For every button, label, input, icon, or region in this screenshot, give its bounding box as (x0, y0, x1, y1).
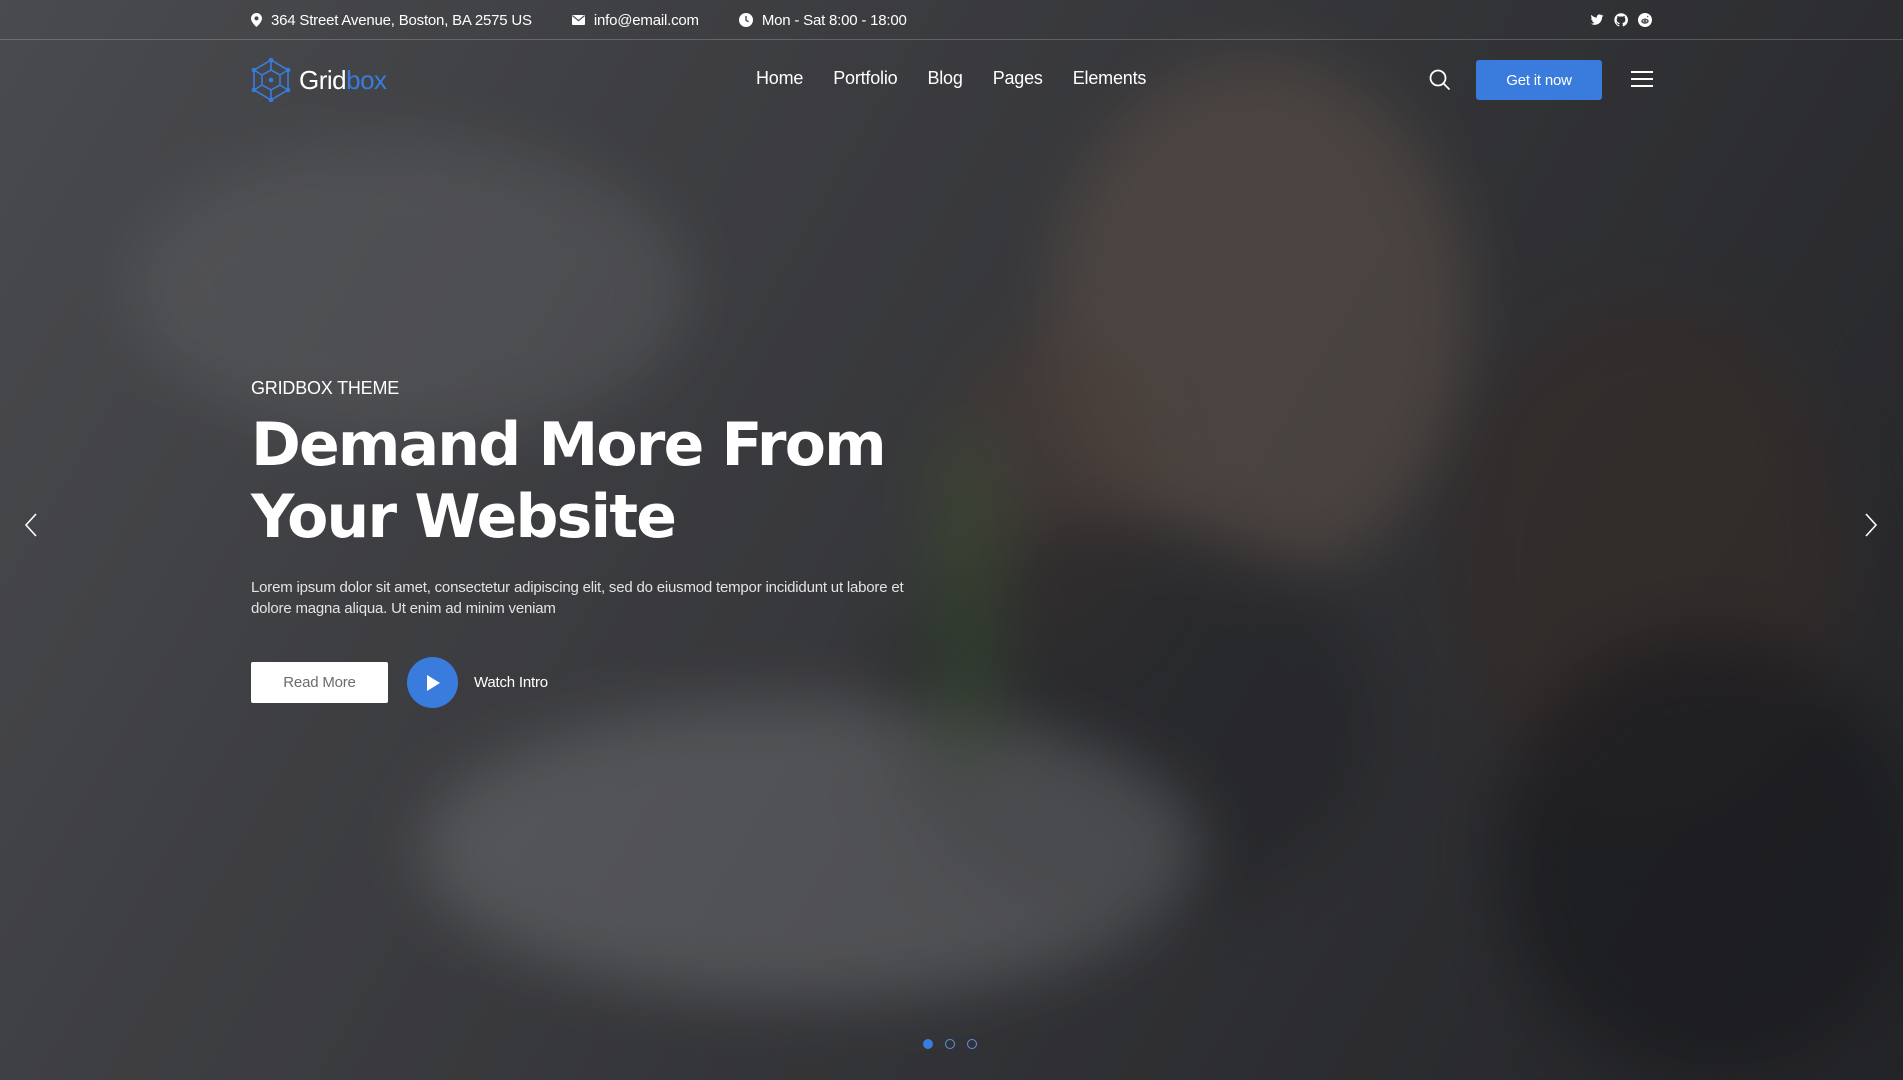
primary-nav: Home Portfolio Blog Pages Elements (756, 68, 1176, 89)
site-logo[interactable]: Gridbox (251, 58, 387, 102)
slider-pagination (923, 1039, 977, 1049)
get-it-now-button[interactable]: Get it now (1476, 60, 1602, 100)
logo-text: Gridbox (299, 64, 387, 95)
twitter-icon[interactable] (1590, 13, 1604, 27)
hours-text: Mon - Sat 8:00 - 18:00 (761, 11, 907, 29)
email-info[interactable]: info@email.com (571, 11, 699, 29)
slider-dot-2[interactable] (945, 1039, 955, 1049)
email-text: info@email.com (593, 11, 699, 29)
hamburger-menu-icon[interactable] (1631, 71, 1653, 89)
watch-intro-link[interactable]: Watch Intro (407, 657, 548, 708)
search-icon[interactable] (1429, 69, 1451, 91)
chevron-right-icon (1865, 513, 1878, 537)
github-icon[interactable] (1614, 13, 1628, 27)
hero-headline: Demand More From Your Website (251, 409, 951, 553)
hero-content: GRIDBOX THEME Demand More From Your Webs… (251, 378, 951, 708)
hero-lead-text: Lorem ipsum dolor sit amet, consectetur … (251, 579, 904, 617)
slider-dot-1[interactable] (923, 1039, 933, 1049)
social-links (1590, 0, 1652, 40)
hero-eyebrow: GRIDBOX THEME (251, 378, 400, 398)
hero-headline-line2: Your Website (251, 482, 677, 552)
watch-intro-label: Watch Intro (474, 674, 548, 691)
nav-item-portfolio[interactable]: Portfolio (833, 68, 897, 89)
read-more-button[interactable]: Read More (251, 662, 388, 703)
reddit-icon[interactable] (1638, 13, 1652, 27)
play-button[interactable] (407, 657, 458, 708)
top-info-bar: 364 Street Avenue, Boston, BA 2575 US in… (0, 0, 1903, 40)
slider-dot-3[interactable] (967, 1039, 977, 1049)
nav-item-home[interactable]: Home (756, 68, 803, 89)
slider-prev-arrow[interactable] (22, 512, 42, 538)
nav-item-pages[interactable]: Pages (993, 68, 1043, 89)
envelope-icon (571, 15, 585, 25)
hero-actions: Read More Watch Intro (251, 657, 951, 708)
address-text: 364 Street Avenue, Boston, BA 2575 US (271, 11, 532, 29)
address-info: 364 Street Avenue, Boston, BA 2575 US (251, 12, 532, 29)
hours-info: Mon - Sat 8:00 - 18:00 (738, 11, 907, 29)
map-pin-icon (251, 13, 262, 27)
nav-item-elements[interactable]: Elements (1073, 68, 1147, 89)
main-header: Gridbox Home Portfolio Blog Pages Elemen… (0, 40, 1903, 120)
chevron-left-icon (24, 513, 37, 537)
nav-item-blog[interactable]: Blog (927, 68, 962, 89)
clock-icon (738, 13, 753, 27)
hero-headline-line1: Demand More From (251, 410, 887, 480)
play-icon (426, 674, 440, 691)
slider-next-arrow[interactable] (1860, 512, 1880, 538)
hexagon-network-icon (251, 58, 291, 102)
